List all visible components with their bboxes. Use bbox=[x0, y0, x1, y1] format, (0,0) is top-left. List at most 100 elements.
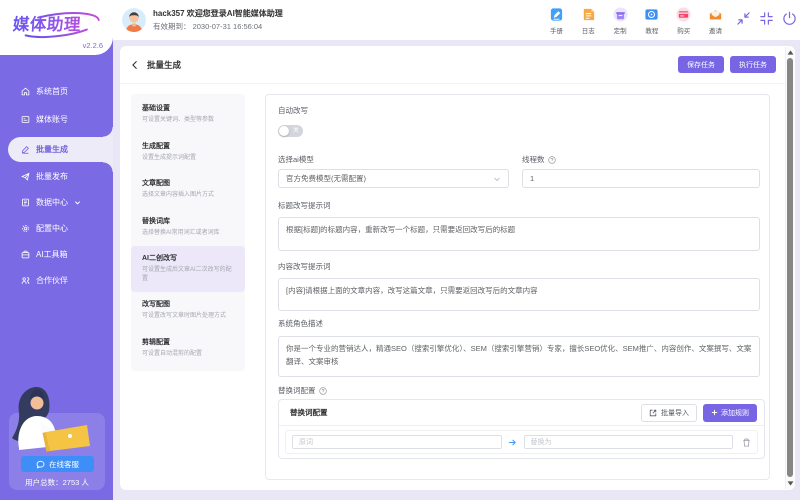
submenu-item-desc: 可设置改写文章时图片处理方式 bbox=[142, 313, 227, 319]
home-icon bbox=[21, 87, 30, 96]
original-word-input[interactable] bbox=[292, 435, 502, 449]
sidebar-item-label: 媒体账号 bbox=[36, 114, 68, 124]
back-icon[interactable] bbox=[130, 60, 140, 70]
content-prompt-label: 内容改写提示词 bbox=[278, 262, 331, 271]
submenu-item-generate[interactable]: 生成配置 设置生成提示词配置 bbox=[131, 134, 245, 172]
title-prompt-textarea[interactable]: 根据[标题]的标题内容，重新改写一个标题，只需要返回改写后的标题 bbox=[278, 217, 760, 251]
log-icon bbox=[580, 6, 596, 22]
import-icon bbox=[649, 409, 657, 417]
invite-icon bbox=[707, 6, 723, 22]
auto-rewrite-label: 自动改写 bbox=[278, 106, 308, 115]
toggle-knob bbox=[279, 126, 289, 136]
partners-icon bbox=[21, 276, 30, 285]
toolbox-icon bbox=[21, 250, 30, 259]
quick-link-custom[interactable]: 定制 bbox=[607, 6, 634, 35]
sidebar-item-label: 数据中心 bbox=[36, 197, 68, 207]
save-task-button[interactable]: 保存任务 bbox=[678, 56, 724, 73]
quick-link-label: 教程 bbox=[645, 28, 659, 35]
sidebar-item-label: AI工具箱 bbox=[36, 249, 68, 259]
quick-link-log[interactable]: 日志 bbox=[575, 6, 602, 35]
plus-icon bbox=[711, 409, 718, 416]
chat-icon bbox=[36, 460, 45, 469]
submenu-item-title: 剪辑配置 bbox=[142, 338, 170, 346]
add-rule-button[interactable]: 添加规则 bbox=[703, 403, 757, 422]
threads-input[interactable] bbox=[522, 169, 760, 188]
quick-links: 手册 日志 定制 教程 购买 邀请 bbox=[543, 6, 729, 35]
auto-rewrite-toggle[interactable]: 关 bbox=[278, 125, 303, 137]
sidebar-item-config-center[interactable]: 配置中心 bbox=[0, 215, 113, 241]
custom-icon bbox=[612, 6, 628, 22]
role-textarea[interactable]: 你是一个专业的营销达人，精通SEO（搜索引擎优化）、SEM（搜索引擎营销）专家，… bbox=[278, 336, 760, 377]
quick-link-tutorial[interactable]: 教程 bbox=[638, 6, 665, 35]
toggle-off-text: 关 bbox=[292, 128, 299, 134]
sidebar-item-label: 配置中心 bbox=[36, 223, 68, 233]
sidebar-item-batch-generate-active[interactable]: 批量生成 bbox=[8, 127, 113, 172]
online-service-label: 在线客服 bbox=[49, 459, 79, 469]
gear-icon bbox=[21, 224, 30, 233]
card-header: 批量生成 保存任务 执行任务 bbox=[120, 46, 795, 84]
power-icon[interactable] bbox=[782, 11, 797, 26]
content-prompt-textarea[interactable]: [内容]请根据上面的文章内容，改写这篇文章，只需要返回改写后的文章内容 bbox=[278, 278, 760, 311]
collapse-arrows-icon[interactable] bbox=[736, 11, 751, 26]
sidebar-item-partners[interactable]: 合作伙伴 bbox=[0, 267, 113, 293]
user-avatar[interactable] bbox=[122, 8, 146, 32]
quick-link-label: 日志 bbox=[581, 28, 595, 35]
sidebar-item-home[interactable]: 系统首页 bbox=[0, 78, 113, 104]
submenu-item-article-image[interactable]: 文章配图 选择文章内容插入图片方式 bbox=[131, 171, 245, 209]
pen-icon bbox=[21, 145, 30, 154]
scroll-up-arrow[interactable] bbox=[786, 48, 795, 57]
replace-box-header: 替换词配置 批量导入 添加规则 bbox=[279, 400, 764, 426]
logo-box: 媒体助理 v2.2.6 bbox=[0, 0, 113, 55]
quick-link-purchase[interactable]: 购买 bbox=[670, 6, 697, 35]
submenu-item-desc: 可设置自动混剪的配置 bbox=[142, 350, 203, 357]
total-users: 用户总数：2753 人 bbox=[9, 477, 105, 488]
sidebar-item-media-accounts[interactable]: 媒体账号 bbox=[0, 106, 113, 132]
vertical-scrollbar[interactable] bbox=[785, 47, 794, 489]
submenu-item-title: AI二创改写 bbox=[142, 255, 177, 262]
sidebar-item-label: 系统首页 bbox=[36, 86, 68, 96]
quick-link-invite[interactable]: 邀请 bbox=[702, 6, 729, 35]
quick-link-label: 邀请 bbox=[708, 28, 722, 35]
scrollbar-thumb[interactable] bbox=[787, 58, 793, 477]
settings-submenu: 基础设置 可设置关键词、类型等参数 生成配置 设置生成提示词配置 文章配图 选择… bbox=[131, 94, 245, 371]
submenu-item-clip-config[interactable]: 剪辑配置 可设置自动混剪的配置 bbox=[131, 330, 245, 368]
submenu-item-basic[interactable]: 基础设置 可设置关键词、类型等参数 bbox=[131, 96, 245, 134]
model-select-value: 官方免费模型(无需配置) bbox=[286, 174, 366, 183]
manual-icon bbox=[549, 6, 565, 22]
submenu-item-ai-rewrite-active[interactable]: AI二创改写 可设置生成后文章AI二次改写的配置 bbox=[131, 246, 245, 292]
page-title: 批量生成 bbox=[147, 59, 182, 70]
run-task-button[interactable]: 执行任务 bbox=[730, 56, 776, 73]
submenu-item-rewrite-image[interactable]: 改写配图 可设置改写文章时图片处理方式 bbox=[131, 292, 245, 330]
exit-fullscreen-icon[interactable] bbox=[759, 11, 774, 26]
sidebar-item-data-center[interactable]: 数据中心 bbox=[0, 189, 113, 215]
batch-import-label: 批量导入 bbox=[661, 409, 689, 417]
replace-with-input[interactable] bbox=[523, 435, 733, 449]
data-center-icon bbox=[21, 198, 30, 207]
window-controls bbox=[736, 11, 797, 26]
replace-rule-row bbox=[285, 430, 758, 454]
batch-import-button[interactable]: 批量导入 bbox=[641, 403, 697, 422]
threads-label: 线程数 bbox=[522, 155, 760, 164]
submenu-item-title: 文章配图 bbox=[142, 180, 170, 187]
online-service-button[interactable]: 在线客服 bbox=[21, 456, 94, 472]
submenu-item-desc: 设置生成提示词配置 bbox=[142, 154, 197, 161]
form-panel: 自动改写 关 选择ai模型 官方免费模型(无需配置) 线程数 1 标题改写提示词… bbox=[265, 94, 770, 480]
sidebar: 系统首页 媒体账号 批量生成 批量发布 数据中心 配置中心 AI工具箱 合作伙伴… bbox=[0, 0, 113, 500]
quick-link-manual[interactable]: 手册 bbox=[543, 6, 570, 35]
app-version: v2.2.6 bbox=[82, 41, 103, 50]
app-logo: 媒体助理 bbox=[12, 11, 82, 35]
support-widget: 在线客服 用户总数：2753 人 bbox=[9, 386, 105, 490]
sidebar-item-batch-publish[interactable]: 批量发布 bbox=[0, 163, 113, 189]
delete-rule-icon[interactable] bbox=[733, 438, 751, 447]
model-select[interactable]: 官方免费模型(无需配置) bbox=[278, 169, 509, 188]
select-chevron-icon bbox=[493, 175, 501, 183]
add-rule-label: 添加规则 bbox=[721, 409, 749, 417]
main-content: 批量生成 保存任务 执行任务 基础设置 可设置关键词、类型等参数 生成配置 设置… bbox=[113, 40, 800, 500]
submenu-item-replace-lexicon[interactable]: 替换词库 选择替换AI常用词汇或者词库 bbox=[131, 209, 245, 247]
submenu-item-title: 基础设置 bbox=[142, 105, 170, 112]
scroll-down-arrow[interactable] bbox=[786, 479, 795, 488]
sidebar-item-ai-toolbox[interactable]: AI工具箱 bbox=[0, 241, 113, 267]
logo-area: 媒体助理 bbox=[0, 6, 113, 40]
welcome-text: hack357 欢迎您登录AI智能媒体助理 bbox=[153, 9, 283, 18]
submenu-item-desc: 可设置生成后文章AI二次改写的配置 bbox=[142, 267, 232, 282]
